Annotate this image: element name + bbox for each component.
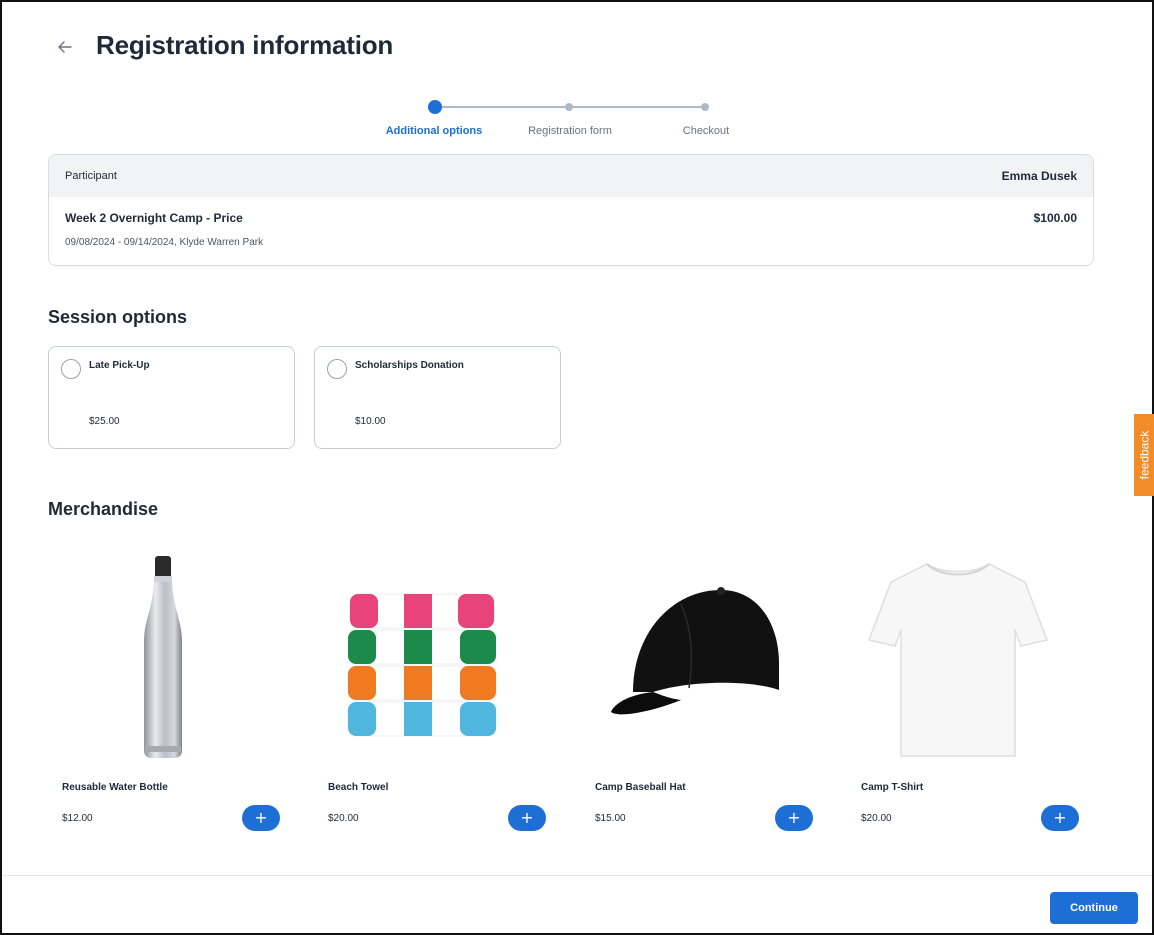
option-label: Scholarships Donation (355, 360, 464, 371)
session-options-title: Session options (48, 307, 188, 327)
footer-divider (2, 875, 1152, 876)
registration-item: Week 2 Overnight Camp - Price $100.00 09… (49, 197, 1093, 248)
beach-towel-image (347, 593, 497, 737)
merch-item-t-shirt: Camp T-Shirt $20.00 + (847, 542, 1079, 842)
option-card-late-pick-up[interactable]: Late Pick-Up $25.00 (48, 346, 295, 449)
option-price: $10.00 (355, 416, 386, 427)
merch-item-beach-towel: Beach Towel $20.00 + (314, 542, 546, 842)
continue-button[interactable]: Continue (1050, 892, 1138, 924)
step-dot-active (428, 100, 442, 114)
back-button[interactable] (54, 36, 76, 58)
merch-name: Reusable Water Bottle (62, 782, 168, 793)
option-card-scholarships-donation[interactable]: Scholarships Donation $10.00 (314, 346, 561, 449)
option-price: $25.00 (89, 416, 120, 427)
option-label: Late Pick-Up (89, 360, 150, 371)
late-pick-up-radio[interactable] (61, 359, 81, 379)
merch-item-baseball-hat: Camp Baseball Hat $15.00 + (581, 542, 813, 842)
merch-name: Camp Baseball Hat (595, 782, 686, 793)
step-dot (565, 103, 573, 111)
merch-name: Beach Towel (328, 782, 389, 793)
merch-name: Camp T-Shirt (861, 782, 924, 793)
participant-name: Emma Dusek (1001, 169, 1077, 183)
merch-price: $15.00 (595, 813, 626, 824)
add-t-shirt-button[interactable]: + (1041, 805, 1079, 831)
participant-summary-card: Participant Emma Dusek Week 2 Overnight … (48, 154, 1094, 266)
merch-price: $20.00 (328, 813, 359, 824)
step-additional-options: Additional options (385, 125, 483, 137)
add-beach-towel-button[interactable]: + (508, 805, 546, 831)
registration-page: Registration information Additional opti… (0, 0, 1154, 935)
merch-item-water-bottle: Reusable Water Bottle $12.00 + (48, 542, 280, 842)
add-water-bottle-button[interactable]: + (242, 805, 280, 831)
arrow-left-icon (58, 41, 72, 53)
step-registration-form: Registration form (528, 125, 612, 137)
feedback-tab[interactable]: feedback (1134, 414, 1154, 496)
feedback-label: feedback (1137, 430, 1152, 480)
participant-header: Participant Emma Dusek (49, 155, 1093, 197)
registration-item-title: Week 2 Overnight Camp - Price (65, 211, 243, 225)
step-connector (434, 106, 568, 108)
water-bottle-image (144, 556, 182, 758)
step-checkout: Checkout (682, 125, 730, 137)
participant-label: Participant (65, 170, 117, 182)
merch-price: $12.00 (62, 813, 93, 824)
t-shirt-image (867, 563, 1049, 757)
page-title: Registration information (96, 30, 394, 60)
scholarships-donation-radio[interactable] (327, 359, 347, 379)
merch-price: $20.00 (861, 813, 892, 824)
registration-item-price: $100.00 (1033, 211, 1077, 225)
step-dot (701, 103, 709, 111)
step-connector (568, 106, 706, 108)
add-baseball-hat-button[interactable]: + (775, 805, 813, 831)
merchandise-title: Merchandise (48, 499, 159, 519)
progress-stepper: Additional options Registration form Che… (372, 98, 752, 142)
registration-item-details: 09/08/2024 - 09/14/2024, Klyde Warren Pa… (65, 237, 264, 248)
baseball-hat-image (611, 587, 779, 715)
